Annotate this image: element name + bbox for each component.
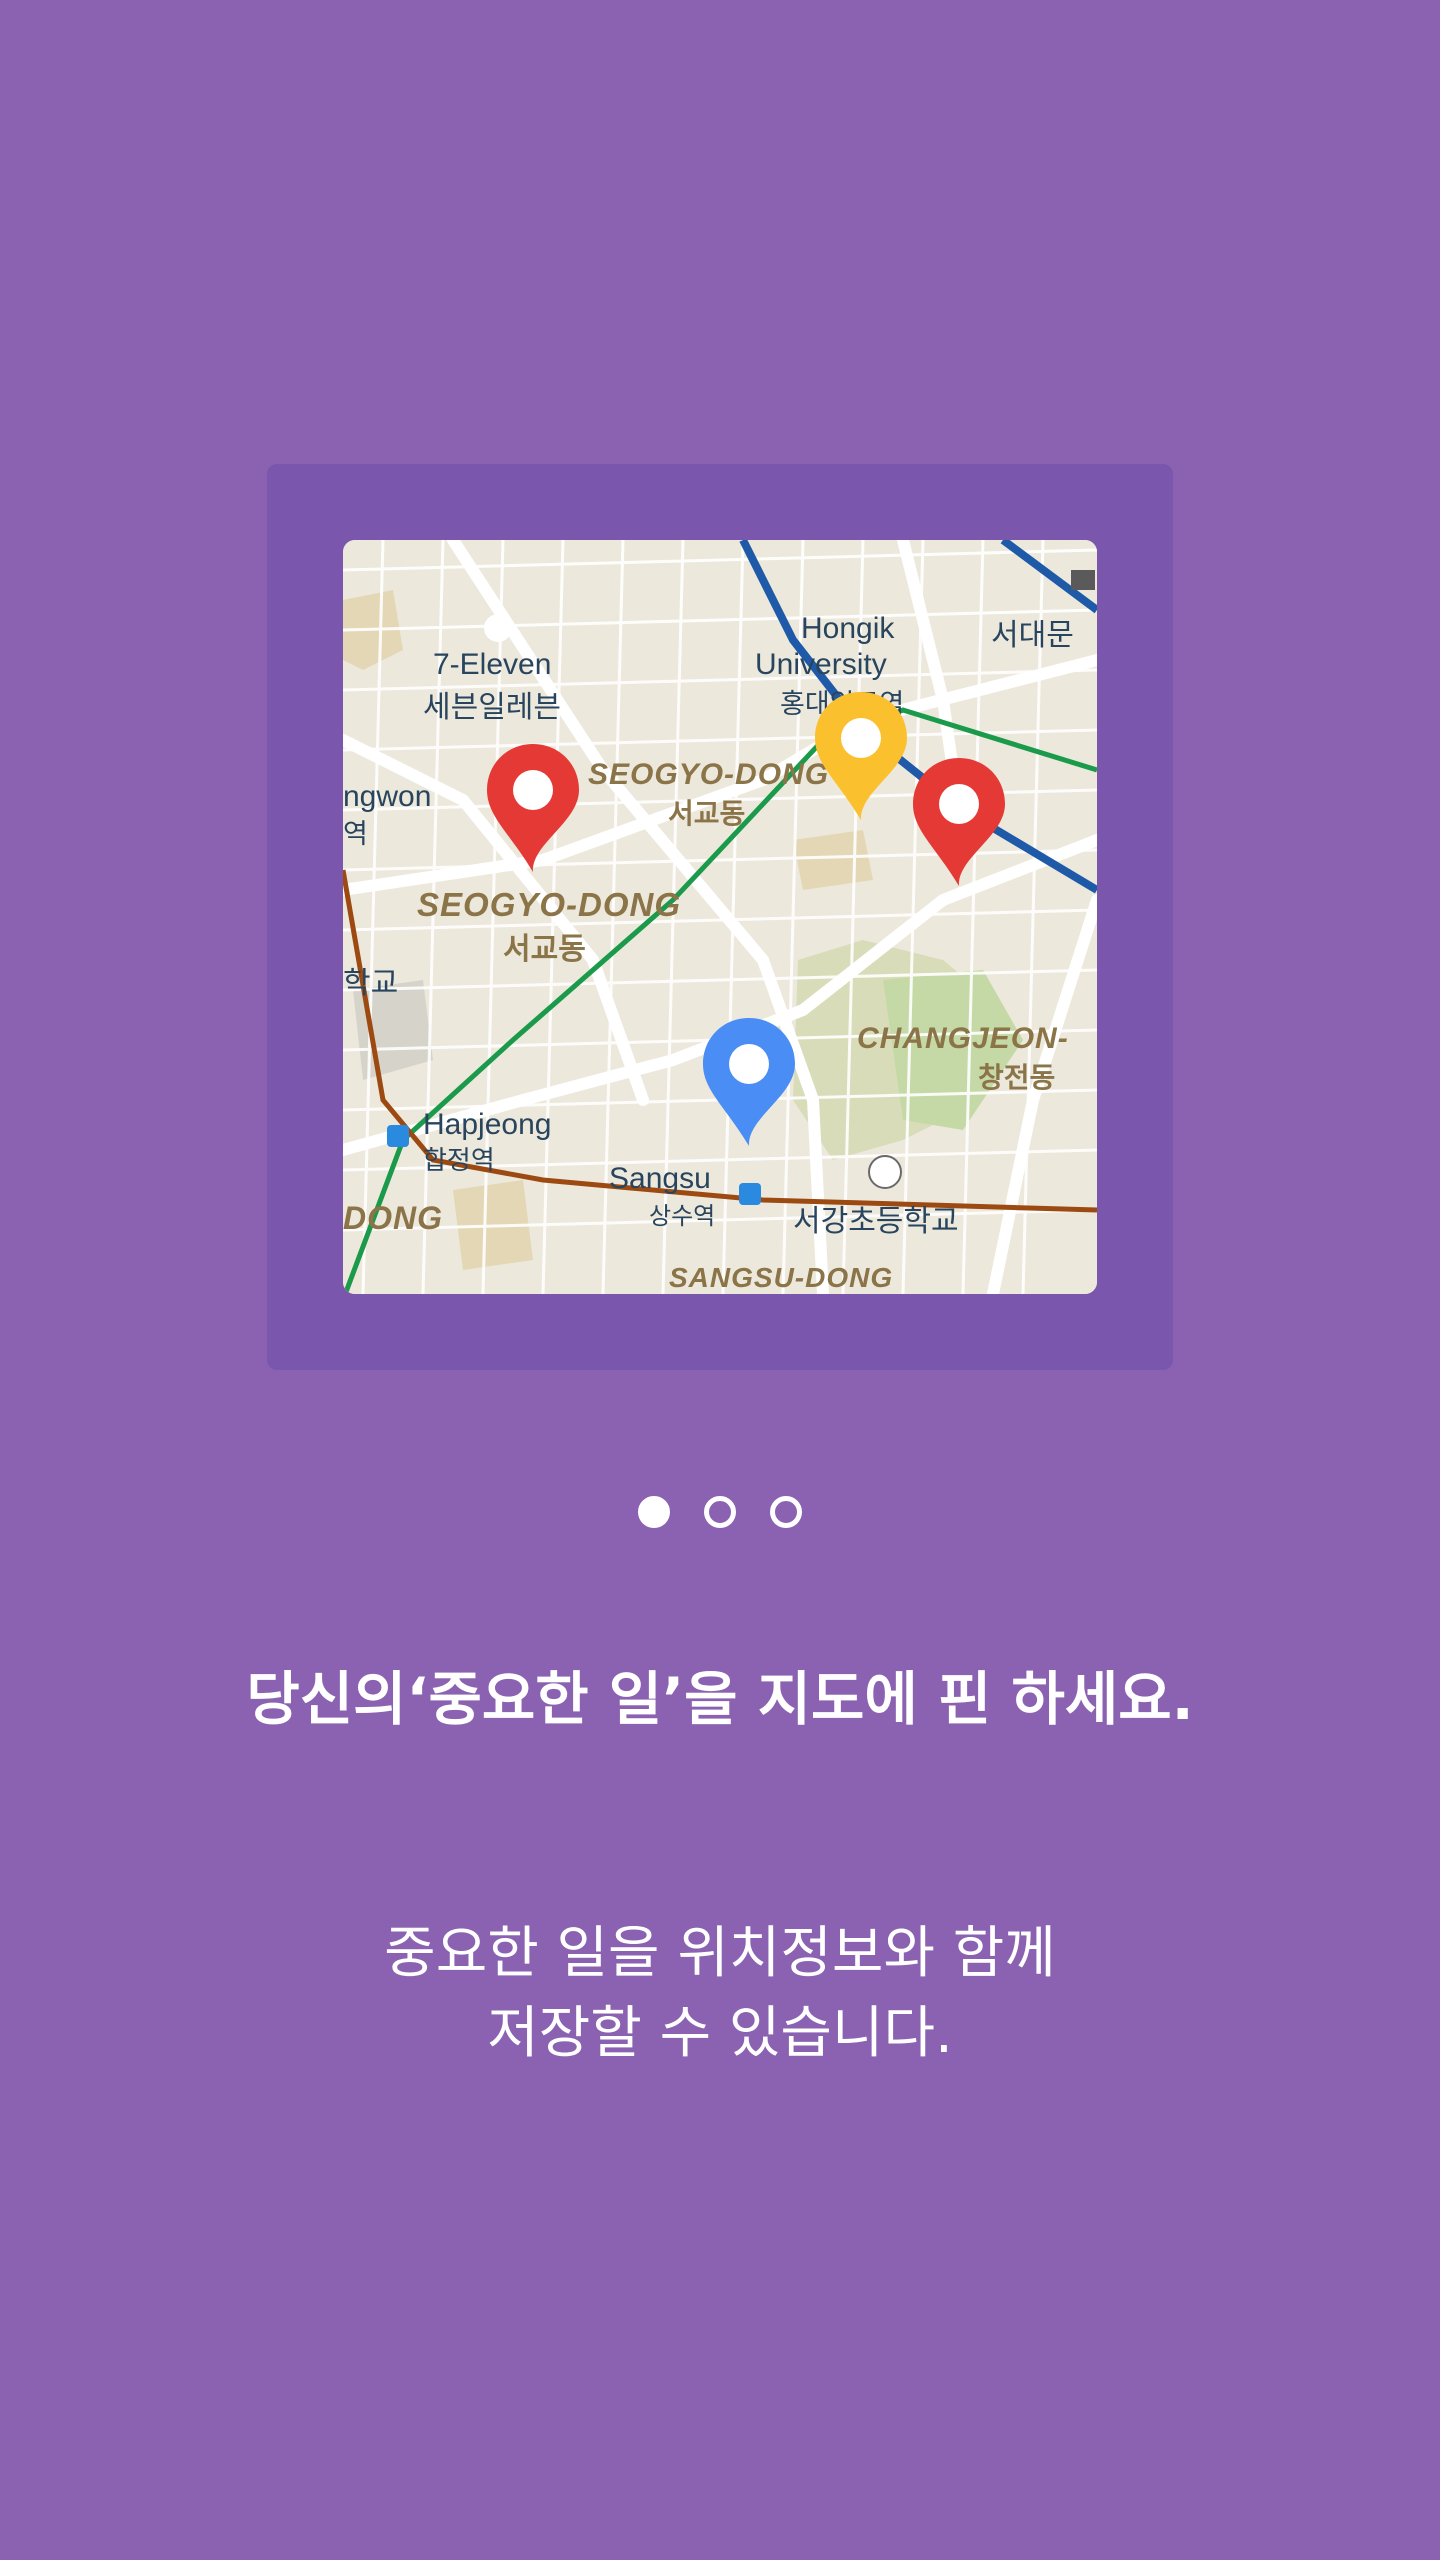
page-indicator-dot-1[interactable] bbox=[638, 1496, 670, 1528]
map-label-seogyo-top: SEOGYO-DONG bbox=[588, 758, 830, 791]
map-label-gwon: ngwon bbox=[343, 780, 432, 813]
map-label-seogyo: SEOGYO-DONG bbox=[417, 886, 682, 923]
onboarding-headline: 당신의‘중요한 일’을 지도에 핀 하세요. bbox=[246, 1665, 1194, 1733]
map-label-seogang-school: 서강초등학교 bbox=[793, 1205, 959, 1238]
map-label-hapjeong-ko: 합정역 bbox=[423, 1145, 495, 1175]
onboarding-illustration-card: 7-Eleven 세븐일레븐 Hongik University 홍대입구역 서… bbox=[267, 464, 1173, 1370]
map-label-changjeon-ko: 창전동 bbox=[978, 1062, 1056, 1093]
map-label-university: University bbox=[755, 648, 887, 681]
map-pin-blue-icon bbox=[703, 1018, 795, 1146]
onboarding-description-line-1: 중요한 일을 위치정보와 함께 bbox=[384, 1921, 1056, 1986]
map-pin-yellow-icon bbox=[815, 692, 907, 820]
map-label-seogyo-ko: 서교동 bbox=[503, 933, 586, 966]
map-label-seogyo-top-ko: 서교동 bbox=[668, 798, 746, 829]
onboarding-description-line-2: 저장할 수 있습니다. bbox=[487, 2001, 953, 2066]
map-label-7eleven-ko: 세븐일레븐 bbox=[423, 691, 561, 724]
page-indicator bbox=[0, 1496, 1440, 1528]
map-illustration: 7-Eleven 세븐일레븐 Hongik University 홍대입구역 서… bbox=[343, 540, 1097, 1294]
onboarding-description: 중요한 일을 위치정보와 함께 저장할 수 있습니다. bbox=[0, 1914, 1440, 2074]
map-label-7eleven: 7-Eleven bbox=[433, 648, 552, 681]
map-label-dong: DONG bbox=[343, 1200, 443, 1236]
map-label-school-left: 학교 bbox=[343, 967, 399, 1000]
map-label-seodaemun: 서대문 bbox=[991, 619, 1074, 652]
page-indicator-dot-3[interactable] bbox=[770, 1496, 802, 1528]
map-label-gwon-ko: 역 bbox=[343, 819, 368, 849]
map-pin-red-2-icon bbox=[913, 758, 1005, 886]
map-label-changjeon: CHANGJEON- bbox=[857, 1022, 1069, 1055]
map-label-hongik: Hongik bbox=[801, 612, 895, 645]
map-pin-red-icon bbox=[487, 744, 579, 872]
map-label-sangsu: Sangsu bbox=[609, 1162, 711, 1195]
map-label-sangsu-ko: 상수역 bbox=[649, 1203, 716, 1230]
map-label-sangsu-dong: SANGSU-DONG bbox=[669, 1262, 894, 1293]
page-indicator-dot-2[interactable] bbox=[704, 1496, 736, 1528]
map-label-hapjeong: Hapjeong bbox=[423, 1108, 552, 1141]
onboarding-screen: { "map": { "labels": { "eleven_en": "7-E… bbox=[0, 0, 1440, 2560]
